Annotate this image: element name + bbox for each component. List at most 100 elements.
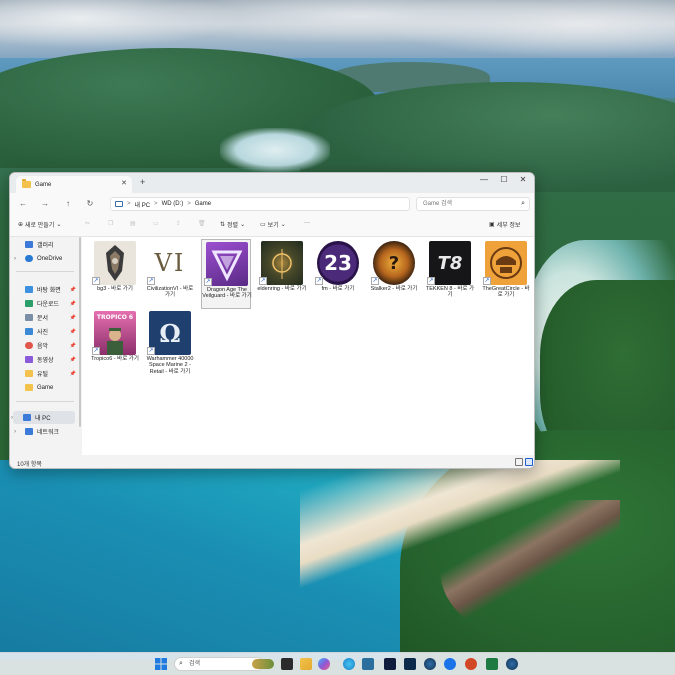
search-highlight-icon[interactable] [252,659,274,669]
details-button[interactable]: ▣ 세부 정보 [489,220,520,229]
cut-icon[interactable]: ✂ [85,220,90,227]
tab-label: Game [35,181,52,188]
sidebar-item-label: 문서 [37,316,49,322]
delete-icon[interactable]: 🗑 [198,220,206,227]
pin-icon[interactable]: 📌 [70,329,76,335]
forward-button[interactable]: → [38,197,52,211]
details-label: 세부 정보 [496,223,521,229]
paste-icon[interactable]: ▤ [130,220,136,227]
view-button[interactable]: ▭ 보기 ⌄ [260,220,286,229]
sidebar-item-desktop[interactable]: 바탕 화면 📌 [10,283,76,296]
chevron-down-icon: ⌄ [56,222,62,228]
minimize-button[interactable]: — [474,175,494,184]
file-item-eldenring[interactable]: ↗ eldenring - 바로 가기 [257,239,307,309]
photoshop-icon[interactable] [404,658,416,670]
sidebar-item-gallery[interactable]: 갤러리 [10,238,76,251]
fm-logo: 23 [324,251,352,275]
address-bar[interactable]: > 내 PC > WD (D:) > Game [110,197,410,211]
pin-icon[interactable]: 📌 [70,357,76,363]
stalker2-icon: ? [373,241,415,285]
folder-icon [25,384,33,391]
sidebar-item-utils[interactable]: 유틸 📌 [10,367,76,380]
file-name: TheGreatCircle - 바로 가기 [482,286,530,299]
large-icons-view-icon[interactable] [525,458,533,466]
pin-icon[interactable]: 📌 [70,343,76,349]
details-view-icon[interactable] [515,458,523,466]
close-button[interactable]: ✕ [513,175,533,184]
rename-icon[interactable]: ▭ [153,220,159,227]
sidebar-item-downloads[interactable]: 다운로드 📌 [10,297,76,310]
taskbar-search-input[interactable]: ⌕ 검색 [174,657,264,671]
shortcut-arrow-icon: ↗ [92,277,100,285]
copilot-icon[interactable] [318,658,330,670]
chevron-right-icon: › [14,255,16,262]
file-item-stalker2[interactable]: ? ↗ Stalker2 - 바로 가기 [369,239,419,309]
steam-icon[interactable] [506,658,518,670]
maximize-button[interactable]: ☐ [494,175,514,184]
breadcrumb-game[interactable]: Game [195,201,211,207]
pin-icon[interactable]: 📌 [70,287,76,293]
sidebar-scrollbar[interactable] [79,237,81,427]
document-icon [25,314,33,321]
new-tab-button[interactable]: + [140,178,145,187]
new-button[interactable]: ⊕ 새로 만들기 ⌄ [18,220,61,229]
file-item-dragon-age[interactable]: ↗ Dragon Age The Veilguard - 바로 가기 [201,239,252,309]
sidebar-divider [16,401,74,402]
sidebar-divider [16,271,74,272]
file-item-warhammer[interactable]: Ω ↗ Warhammer 40000 Space Marine 2 - Ret… [145,309,195,379]
shortcut-arrow-icon: ↗ [92,347,100,355]
picture-icon [25,328,33,335]
cloud-icon [25,255,33,262]
back-button[interactable]: ← [16,197,30,211]
file-item-tekken8[interactable]: T8 ↗ TEKKEN 8 - 바로 가기 [425,239,475,309]
refresh-button[interactable]: ↻ [83,197,97,211]
pin-icon[interactable]: 📌 [70,371,76,377]
sidebar-item-videos[interactable]: 동영상 📌 [10,353,76,366]
sidebar-item-label: 내 PC [35,416,51,422]
sidebar-item-pictures[interactable]: 사진 📌 [10,325,76,338]
file-item-fm[interactable]: 23 ↗ fm - 바로 가기 [313,239,363,309]
file-item-thegreatcircle[interactable]: ↗ TheGreatCircle - 바로 가기 [481,239,531,309]
start-button[interactable] [155,658,167,670]
warhammer-icon: Ω [149,311,191,355]
task-view-icon[interactable] [281,658,293,670]
command-bar: ⊕ 새로 만들기 ⌄ ✂ ❐ ▤ ▭ ⇪ 🗑 ⇅ 정렬 ⌄ ▭ 보기 ⌄ ···… [10,215,534,237]
folder-icon [22,179,31,188]
file-explorer-icon[interactable] [300,658,312,670]
fm-icon: 23 [317,241,359,285]
up-button[interactable]: ↑ [61,197,75,211]
steam-icon[interactable] [424,658,436,670]
status-bar: 10개 항목 [10,455,534,468]
breadcrumb-drive[interactable]: WD (D:) [162,201,184,207]
sidebar-item-label: 네트워크 [37,430,60,436]
file-name: CivilizationVI - 바로 가기 [146,286,194,299]
breadcrumb-pc[interactable]: 내 PC [135,200,151,209]
excel-icon[interactable] [486,658,498,670]
share-icon[interactable]: ⇪ [176,220,181,227]
sort-button[interactable]: ⇅ 정렬 ⌄ [220,220,245,229]
premiere-icon[interactable] [384,658,396,670]
more-button[interactable]: ··· [304,220,310,226]
file-item-civilization[interactable]: VI ↗ CivilizationVI - 바로 가기 [145,239,195,309]
sidebar-item-music[interactable]: 음악 📌 [10,339,76,352]
file-item-tropico6[interactable]: TROPICO 6 ↗ Tropico6 - 바로 가기 [90,309,140,379]
search-input[interactable]: Game 검색 ⌕ [416,197,530,211]
app-icon[interactable] [444,658,456,670]
folder-icon [25,370,33,377]
sidebar-item-this-pc[interactable]: › 내 PC [11,411,75,424]
file-name: eldenring - 바로 가기 [257,286,307,292]
pin-icon[interactable]: 📌 [70,301,76,307]
edge-icon[interactable] [343,658,355,670]
copy-icon[interactable]: ❐ [108,220,113,227]
tab-close-icon[interactable]: ✕ [121,179,127,187]
pin-icon[interactable]: 📌 [70,315,76,321]
sidebar-item-game[interactable]: Game [10,381,76,394]
store-icon[interactable] [362,658,374,670]
sidebar-item-documents[interactable]: 문서 📌 [10,311,76,324]
sidebar-item-onedrive[interactable]: › OneDrive [10,252,76,265]
tab-game[interactable]: Game ✕ [16,176,132,193]
powerpoint-icon[interactable] [465,658,477,670]
file-item-bg3[interactable]: ↗ bg3 - 바로 가기 [90,239,140,309]
file-name: TEKKEN 8 - 바로 가기 [425,286,475,299]
sidebar-item-network[interactable]: › 네트워크 [10,425,76,438]
